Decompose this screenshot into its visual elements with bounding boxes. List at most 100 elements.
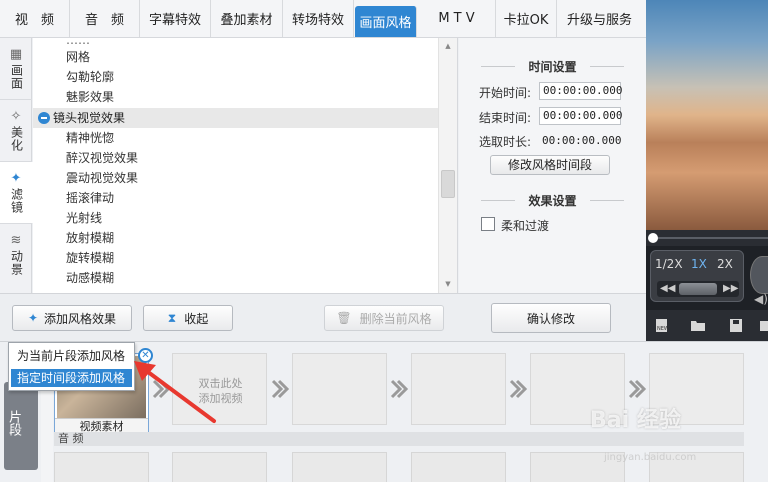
tab-audio[interactable]: 音 频 (70, 0, 140, 37)
duration-label: 选取时长: (479, 135, 532, 149)
audio-track-label: 音 频 (54, 432, 744, 446)
audio-clip-slot[interactable] (172, 452, 267, 482)
save-icon[interactable] (728, 318, 744, 333)
effect-item[interactable]: 旋转模糊 (66, 248, 114, 268)
speed-slider-grip[interactable] (679, 283, 717, 295)
baidu-watermark-url: jingyan.baidu.com (604, 452, 697, 463)
export-icon[interactable] (758, 318, 768, 333)
add-style-popup-menu: 为当前片段添加风格 指定时间段添加风格 (8, 342, 135, 391)
effect-item[interactable]: 魅影效果 (66, 87, 114, 107)
delete-current-style-button[interactable]: 🗑 删除当前风格 (324, 305, 444, 331)
effect-item[interactable]: 网格 (66, 47, 90, 67)
fade-transition-checkbox[interactable] (481, 217, 495, 231)
add-style-label: 添加风格效果 (44, 311, 117, 326)
empty-clip-slot[interactable] (411, 353, 506, 425)
vtab-filter[interactable]: ✦ 滤镜 (0, 162, 33, 224)
speed-control: 1/2X 1X 2X ◀◀ ▶▶ (650, 250, 744, 302)
menu-add-style-current-clip[interactable]: 为当前片段添加风格 (11, 347, 132, 365)
baidu-watermark: Bai 经验 (590, 408, 681, 433)
hourglass-collapse-icon: ⧗ (167, 310, 177, 325)
transition-arrow-icon[interactable] (509, 379, 527, 399)
modify-style-time-button[interactable]: 修改风格时间段 (490, 155, 610, 175)
effect-group-label: 镜头视觉效果 (53, 111, 126, 125)
category-vertical-tabs: ▦ 画面 ✧ 美化 ✦ 滤镜 ≋ 动景 (0, 38, 33, 293)
effects-scrollbar[interactable]: ▲ ▼ (438, 38, 457, 293)
preview-player: 1/2X 1X 2X ◀◀ ▶▶ ◀) NEW (646, 0, 768, 341)
sparkle-wand-icon: ✦ (10, 170, 22, 186)
confirm-modify-button[interactable]: 确认修改 (491, 303, 611, 333)
folder-open-icon[interactable] (690, 318, 706, 333)
clips-side-tab[interactable]: 片段 (4, 382, 38, 470)
new-file-icon[interactable]: NEW (654, 318, 670, 333)
progress-knob[interactable] (648, 233, 658, 243)
speed-1x[interactable]: 1X (691, 257, 707, 271)
fast-forward-icon[interactable]: ▶▶ (723, 281, 738, 297)
scroll-up-arrow-icon[interactable]: ▲ (439, 38, 457, 54)
delete-style-label: 删除当前风格 (359, 311, 432, 326)
menu-add-style-time-range[interactable]: 指定时间段添加风格 (11, 369, 132, 387)
end-time-label: 结束时间: (479, 111, 532, 125)
vtab-beautify[interactable]: ✧ 美化 (0, 100, 32, 162)
tab-upgrade-service[interactable]: 升级与服务 (557, 0, 642, 37)
playback-progress-bar[interactable] (646, 230, 768, 246)
wave-icon: ≋ (10, 233, 22, 248)
effect-item[interactable]: 醉汉视觉效果 (66, 148, 138, 168)
vtab-dynamic-scene[interactable]: ≋ 动景 (0, 224, 32, 286)
scrollbar-thumb[interactable] (441, 170, 455, 198)
svg-text:NEW: NEW (657, 326, 669, 332)
audio-clip-slot[interactable] (54, 452, 149, 482)
effects-list: …… 网格 勾勒轮廓 魅影效果 镜头视觉效果 精神恍惚 醉汉视觉效果 震动视觉效… (33, 38, 458, 293)
collapse-button[interactable]: ⧗ 收起 (143, 305, 233, 331)
player-toolbar: NEW (646, 310, 768, 341)
tab-video[interactable]: 视 频 (0, 0, 70, 37)
tab-karaoke[interactable]: 卡拉OK (496, 0, 557, 37)
end-time-input[interactable]: 00:00:00.000 (539, 107, 622, 125)
transition-arrow-icon[interactable] (271, 379, 289, 399)
collapse-label: 收起 (184, 311, 209, 326)
film-strip-icon: ▦ (9, 46, 23, 62)
progress-track (652, 237, 768, 239)
rewind-icon[interactable]: ◀◀ (660, 281, 675, 297)
effect-item[interactable]: 震动视觉效果 (66, 168, 138, 188)
vtab-label: 动景 (9, 250, 24, 276)
volume-icon[interactable]: ◀) (754, 292, 768, 306)
magic-wand-plus-icon: ✦ (27, 311, 39, 325)
video-preview (646, 0, 768, 230)
effect-item[interactable]: 动感模糊 (66, 268, 114, 288)
scroll-down-arrow-icon[interactable]: ▼ (439, 276, 457, 292)
tab-overlay-material[interactable]: 叠加素材 (211, 0, 283, 37)
style-toolbar: ✦ 添加风格效果 ⧗ 收起 🗑 删除当前风格 确认修改 (0, 293, 646, 341)
collapse-minus-icon[interactable] (38, 112, 50, 124)
effect-item[interactable]: 勾勒轮廓 (66, 67, 114, 87)
tab-picture-style[interactable]: 画面风格 (355, 6, 417, 37)
empty-clip-slot[interactable] (292, 353, 387, 425)
speed-2x[interactable]: 2X (717, 257, 733, 271)
transition-arrow-icon[interactable] (390, 379, 408, 399)
audio-clip-slot[interactable] (411, 452, 506, 482)
start-time-input[interactable]: 00:00:00.000 (539, 82, 622, 100)
effect-item[interactable]: 摇滚律动 (66, 188, 114, 208)
speed-half[interactable]: 1/2X (655, 257, 683, 271)
start-time-label: 开始时间: (479, 86, 532, 100)
tab-mtv[interactable]: M T V (418, 0, 496, 37)
vtab-picture[interactable]: ▦ 画面 (0, 38, 32, 100)
effect-settings-header: 效果设置 (459, 192, 646, 209)
tab-subtitle-effects[interactable]: 字幕特效 (140, 0, 211, 37)
style-settings-panel: 时间设置 开始时间: 00:00:00.000 结束时间: 00:00:00.0… (459, 38, 646, 293)
effect-group-lens-visual[interactable]: 镜头视觉效果 (33, 108, 438, 128)
add-style-effect-button[interactable]: ✦ 添加风格效果 (12, 305, 132, 331)
magic-wand-icon: ✧ (10, 108, 22, 124)
effect-item[interactable]: 光射线 (66, 208, 102, 228)
red-annotation-arrow (134, 361, 216, 423)
effect-item[interactable]: 放射模糊 (66, 228, 114, 248)
vtab-label: 滤镜 (9, 187, 24, 214)
speed-slider[interactable]: ◀◀ ▶▶ (657, 281, 739, 297)
play-button[interactable] (750, 256, 768, 294)
effect-item[interactable]: 精神恍惚 (66, 128, 114, 148)
vtab-label: 美化 (9, 125, 24, 152)
transition-arrow-icon[interactable] (628, 379, 646, 399)
vtab-label: 画面 (9, 63, 24, 90)
time-settings-header: 时间设置 (459, 58, 646, 75)
audio-clip-slot[interactable] (292, 452, 387, 482)
tab-transition-effects[interactable]: 转场特效 (283, 0, 354, 37)
